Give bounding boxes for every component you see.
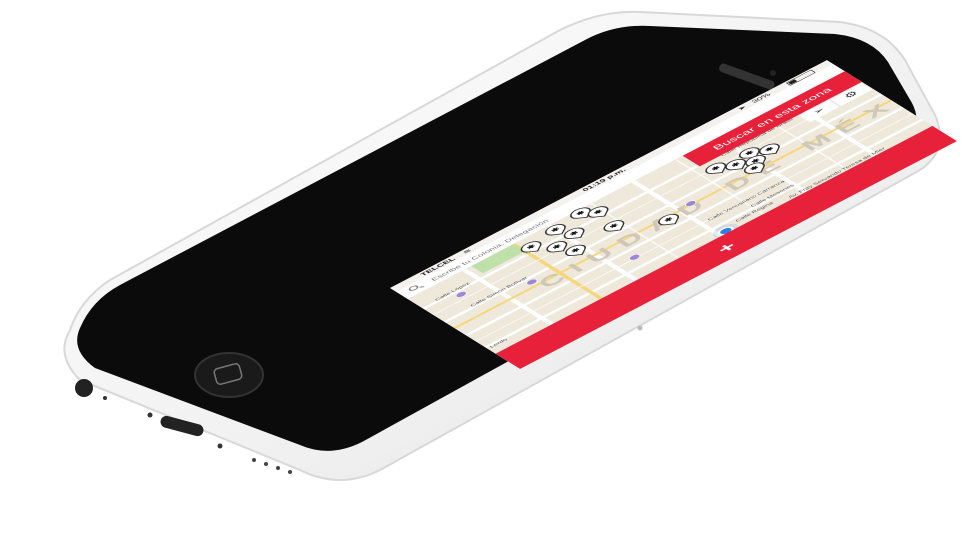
home-button bbox=[194, 352, 264, 398]
headphone-jack bbox=[75, 379, 93, 397]
front-camera bbox=[770, 70, 776, 76]
search-icon bbox=[406, 284, 421, 292]
